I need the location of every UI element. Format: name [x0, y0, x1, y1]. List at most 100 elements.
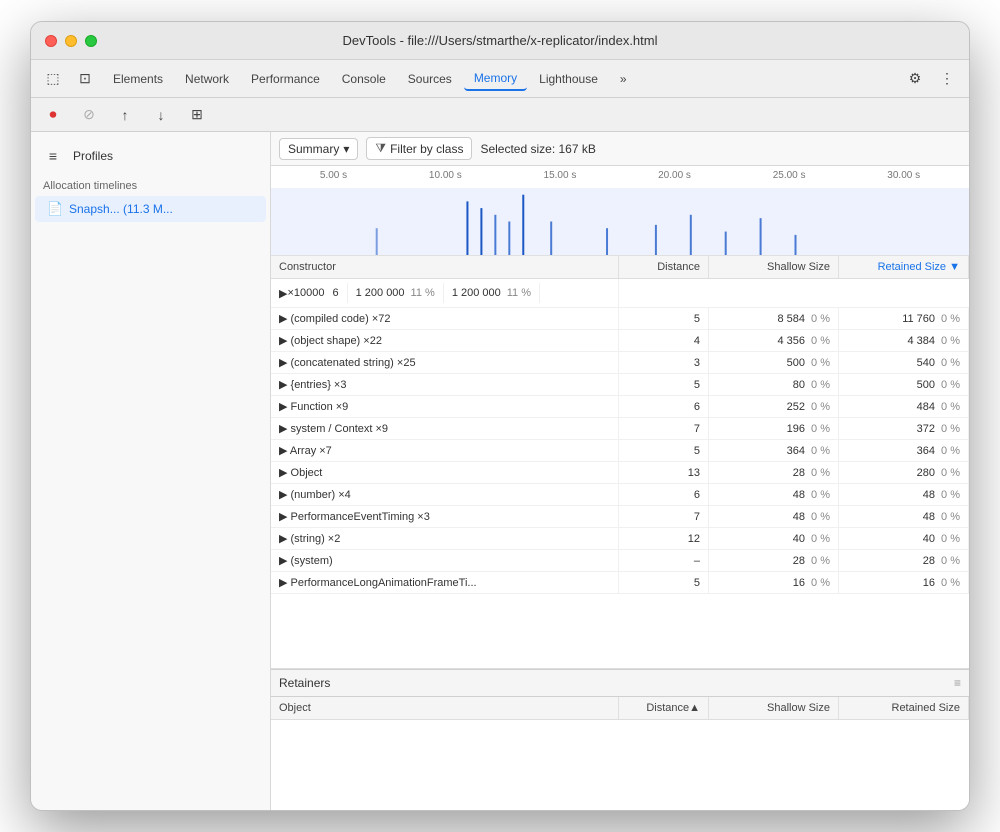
- nav-tabs: Elements Network Performance Console Sou…: [103, 67, 897, 91]
- table-row[interactable]: ▶ (compiled code) ×72 5 8 584 0 % 11 760…: [271, 308, 969, 330]
- devtools-window: DevTools - file:///Users/stmarthe/x-repl…: [30, 21, 970, 811]
- minimize-button[interactable]: [65, 35, 77, 47]
- inspect-element-icon[interactable]: ⬚: [39, 67, 67, 91]
- table-row[interactable]: ▶ {entries} ×3 5 80 0 % 500 0 %: [271, 374, 969, 396]
- tab-lighthouse[interactable]: Lighthouse: [529, 68, 608, 90]
- panel-toolbar: Summary ▾ ⧩ Filter by class Selected siz…: [271, 132, 969, 166]
- cell-distance: 5: [619, 440, 709, 461]
- table-row[interactable]: ▶ (number) ×4 6 48 0 % 48 0 %: [271, 484, 969, 506]
- timeline-labels: 5.00 s 10.00 s 15.00 s 20.00 s 25.00 s 3…: [271, 166, 969, 181]
- cell-shallow: 48 0 %: [709, 506, 839, 527]
- cell-distance: 5: [619, 308, 709, 329]
- cell-constructor: ▶ (compiled code) ×72: [271, 308, 619, 329]
- filter-icon[interactable]: ≡: [39, 144, 67, 168]
- cell-constructor: ▶ (string) ×2: [271, 528, 619, 549]
- more-options-icon[interactable]: ⋮: [933, 67, 961, 91]
- table-row[interactable]: ▶ (object shape) ×22 4 4 356 0 % 4 384 0…: [271, 330, 969, 352]
- titlebar: DevTools - file:///Users/stmarthe/x-repl…: [31, 22, 969, 60]
- filter-icon: ⧩: [375, 141, 386, 156]
- table-row[interactable]: ▶ ×10000 6 1 200 000 11 % 1 200 000 11 %: [271, 279, 969, 308]
- cell-retained: 16 0 %: [839, 572, 969, 593]
- stop-icon[interactable]: ⊘: [75, 103, 103, 127]
- timeline-area[interactable]: 5.00 s 10.00 s 15.00 s 20.00 s 25.00 s 3…: [271, 166, 969, 256]
- cell-distance: 6: [619, 396, 709, 417]
- cell-distance: 7: [619, 418, 709, 439]
- cell-distance: 4: [619, 330, 709, 351]
- ret-header-distance[interactable]: Distance▲: [619, 697, 709, 719]
- ret-header-shallow[interactable]: Shallow Size: [709, 697, 839, 719]
- tab-more[interactable]: »: [610, 68, 637, 90]
- header-distance[interactable]: Distance: [619, 256, 709, 278]
- cell-constructor: ▶ Array ×7: [271, 440, 619, 461]
- clear-icon[interactable]: ⊞: [183, 103, 211, 127]
- cell-retained: 11 760 0 %: [839, 308, 969, 329]
- table-row[interactable]: ▶ PerformanceLongAnimationFrameTi... 5 1…: [271, 572, 969, 594]
- cell-retained: 364 0 %: [839, 440, 969, 461]
- tab-console[interactable]: Console: [332, 68, 396, 90]
- memory-toolbar: ⏺ ⊘ ↑ ↓ ⊞: [31, 98, 969, 132]
- dropdown-arrow-icon: ▾: [343, 142, 349, 156]
- cell-shallow: 28 0 %: [709, 550, 839, 571]
- nav-toolbar: ⬚ ⊡ Elements Network Performance Console…: [31, 60, 969, 98]
- cell-retained: 372 0 %: [839, 418, 969, 439]
- settings-icon[interactable]: ⚙: [901, 67, 929, 91]
- upload-icon[interactable]: ↑: [111, 103, 139, 127]
- tab-memory[interactable]: Memory: [464, 67, 527, 91]
- bottom-section: Retainers ≡ Object Distance▲ Shallow Siz…: [271, 668, 969, 810]
- table-row[interactable]: ▶ Array ×7 5 364 0 % 364 0 %: [271, 440, 969, 462]
- record-icon[interactable]: ⏺: [39, 103, 67, 127]
- retainers-table-header: Object Distance▲ Shallow Size Retained S…: [271, 697, 969, 720]
- header-constructor[interactable]: Constructor: [271, 256, 619, 278]
- table-row[interactable]: ▶ system / Context ×9 7 196 0 % 372 0 %: [271, 418, 969, 440]
- tab-sources[interactable]: Sources: [398, 68, 462, 90]
- cell-constructor: ▶ Function ×9: [271, 396, 619, 417]
- cell-distance: –: [619, 550, 709, 571]
- cell-distance: 13: [619, 462, 709, 483]
- cell-constructor: ▶ {entries} ×3: [271, 374, 619, 395]
- cell-shallow: 40 0 %: [709, 528, 839, 549]
- table-row[interactable]: ▶ PerformanceEventTiming ×3 7 48 0 % 48 …: [271, 506, 969, 528]
- maximize-button[interactable]: [85, 35, 97, 47]
- selected-size: Selected size: 167 kB: [480, 142, 595, 156]
- cell-retained: 500 0 %: [839, 374, 969, 395]
- retainers-menu-icon[interactable]: ≡: [954, 676, 961, 690]
- ret-header-object[interactable]: Object: [271, 697, 619, 719]
- cell-constructor: ▶ (number) ×4: [271, 484, 619, 505]
- table-row[interactable]: ▶ (system) – 28 0 % 28 0 %: [271, 550, 969, 572]
- traffic-lights: [45, 35, 97, 47]
- tab-performance[interactable]: Performance: [241, 68, 330, 90]
- cell-constructor: ▶ (concatenated string) ×25: [271, 352, 619, 373]
- cell-shallow: 252 0 %: [709, 396, 839, 417]
- cell-distance: 5: [619, 374, 709, 395]
- cell-shallow: 28 0 %: [709, 462, 839, 483]
- cell-constructor: ▶ (object shape) ×22: [271, 330, 619, 351]
- timeline-chart: 102 kB: [271, 188, 969, 255]
- filter-by-class-button[interactable]: ⧩ Filter by class: [366, 137, 472, 160]
- cell-retained: 28 0 %: [839, 550, 969, 571]
- cell-shallow: 8 584 0 %: [709, 308, 839, 329]
- close-button[interactable]: [45, 35, 57, 47]
- cell-shallow: 16 0 %: [709, 572, 839, 593]
- cell-retained: 40 0 %: [839, 528, 969, 549]
- table-row[interactable]: ▶ Function ×9 6 252 0 % 484 0 %: [271, 396, 969, 418]
- summary-dropdown[interactable]: Summary ▾: [279, 138, 358, 160]
- sidebar: ≡ Profiles Allocation timelines 📄 Snapsh…: [31, 132, 271, 810]
- device-toolbar-icon[interactable]: ⊡: [71, 67, 99, 91]
- tab-elements[interactable]: Elements: [103, 68, 173, 90]
- table-row[interactable]: ▶ Object 13 28 0 % 280 0 %: [271, 462, 969, 484]
- profiles-label: Profiles: [73, 149, 113, 163]
- header-retained[interactable]: Retained Size ▼: [839, 256, 969, 278]
- cell-constructor: ▶ system / Context ×9: [271, 418, 619, 439]
- cell-constructor: ▶ PerformanceEventTiming ×3: [271, 506, 619, 527]
- header-shallow[interactable]: Shallow Size: [709, 256, 839, 278]
- tab-network[interactable]: Network: [175, 68, 239, 90]
- table-row[interactable]: ▶ (concatenated string) ×25 3 500 0 % 54…: [271, 352, 969, 374]
- table-rows: ▶ ×10000 6 1 200 000 11 % 1 200 000 11 %…: [271, 279, 969, 594]
- table-row[interactable]: ▶ (string) ×2 12 40 0 % 40 0 %: [271, 528, 969, 550]
- cell-shallow: 80 0 %: [709, 374, 839, 395]
- alloc-timelines-label: Allocation timelines: [31, 176, 270, 196]
- cell-shallow: 48 0 %: [709, 484, 839, 505]
- ret-header-retained[interactable]: Retained Size: [839, 697, 969, 719]
- profile-item[interactable]: 📄 Snapsh... (11.3 M...: [35, 196, 266, 222]
- download-icon[interactable]: ↓: [147, 103, 175, 127]
